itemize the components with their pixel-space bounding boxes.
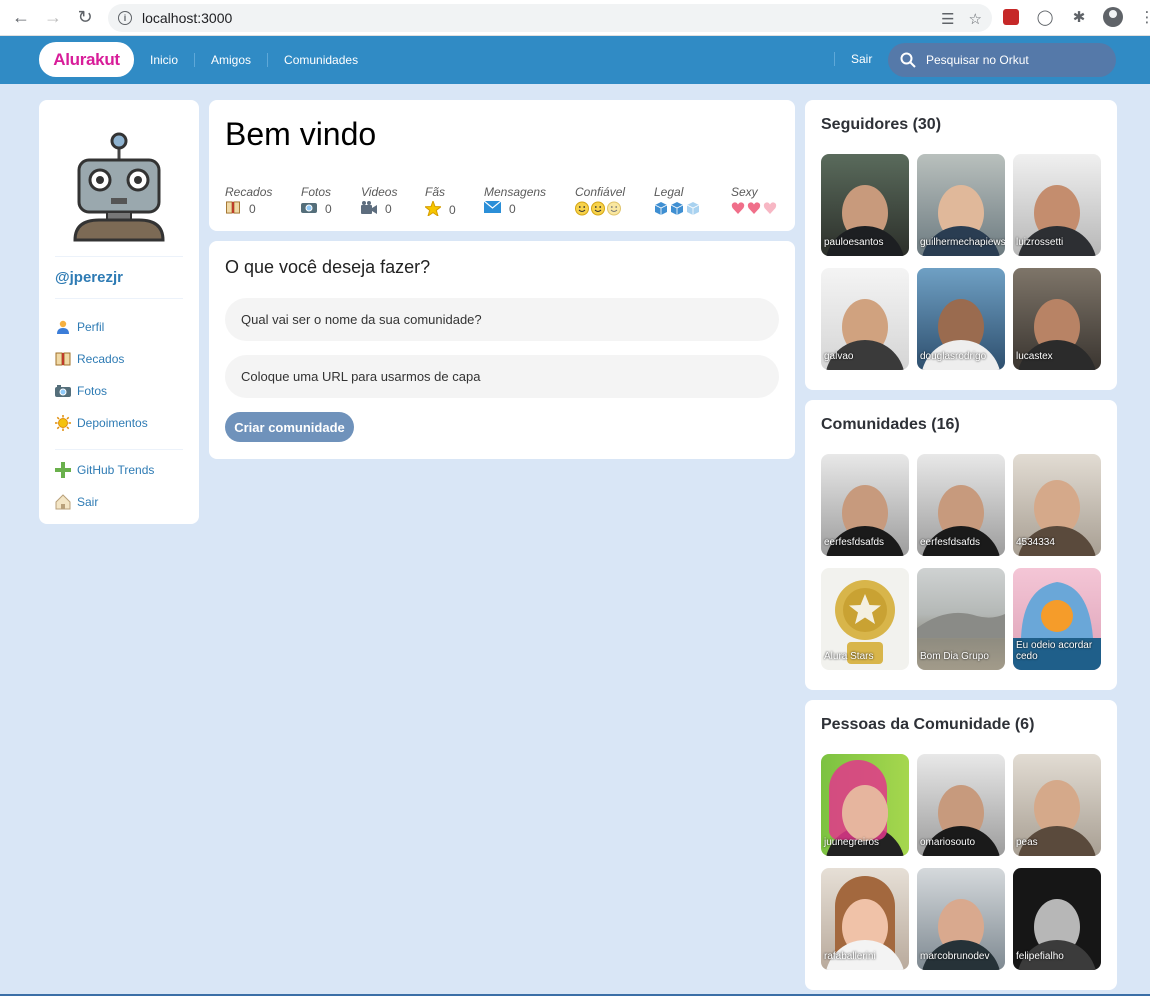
follower-card[interactable]: pauloesantos xyxy=(821,154,909,256)
book-icon xyxy=(55,351,71,367)
stat-recados: Recados 0 xyxy=(225,185,273,217)
community-card[interactable]: Bom Dia Grupo xyxy=(917,568,1005,670)
book-icon xyxy=(225,201,241,217)
communities-box: Comunidades (16) eerfesfdsafds eerfesfds… xyxy=(805,400,1117,690)
sidebar-item-github-trends[interactable]: GitHub Trends xyxy=(55,454,183,486)
nav-amigos[interactable]: Amigos xyxy=(194,53,267,67)
people-title: Pessoas da Comunidade (6) xyxy=(821,716,1035,733)
person-card[interactable]: peas xyxy=(1013,754,1101,856)
welcome-title: Bem vindo xyxy=(225,116,377,152)
plus-icon xyxy=(55,462,71,478)
sidebar-item-depoimentos[interactable]: Depoimentos xyxy=(55,407,183,439)
community-card[interactable]: Alura Stars xyxy=(821,568,909,670)
logo[interactable]: Alurakut xyxy=(39,42,134,77)
logout-link[interactable]: Sair xyxy=(834,52,872,66)
rating-confiavel: Confiável xyxy=(575,185,654,219)
home-icon xyxy=(55,494,71,510)
follower-card[interactable]: lucastex xyxy=(1013,268,1101,370)
sidebar-item-fotos[interactable]: Fotos xyxy=(55,375,183,407)
avatar xyxy=(55,116,183,244)
account-icon[interactable] xyxy=(1102,6,1124,28)
create-community-button[interactable]: Criar comunidade xyxy=(225,412,354,442)
communities-title: Comunidades (16) xyxy=(821,416,960,433)
translate-icon[interactable]: ☰ xyxy=(941,10,954,28)
follower-card[interactable]: guilhermechapiewski xyxy=(917,154,1005,256)
community-card[interactable]: eerfesfdsafds xyxy=(821,454,909,556)
stats-row: Recados 0 Fotos 0 Videos 0 Fãs 0 Mensage… xyxy=(225,185,791,219)
extension-red-icon[interactable] xyxy=(1000,6,1022,28)
camera-icon xyxy=(301,201,317,216)
community-name-input[interactable] xyxy=(225,298,779,341)
reload-icon[interactable]: ↻ xyxy=(74,7,96,29)
stat-mensagens: Mensagens 0 xyxy=(483,185,547,216)
profile-username[interactable]: @jperezjr xyxy=(55,269,183,286)
url-text: localhost:3000 xyxy=(142,10,233,26)
stat-fotos: Fotos 0 xyxy=(301,185,332,216)
address-bar[interactable]: i localhost:3000 ☰ ☆ xyxy=(108,4,992,32)
sidebar-item-perfil[interactable]: Perfil xyxy=(55,311,183,343)
person-card[interactable]: omariosouto xyxy=(917,754,1005,856)
form-title: O que você deseja fazer? xyxy=(225,257,431,277)
follower-card[interactable]: luizrossetti xyxy=(1013,154,1101,256)
stat-fas: Fãs 0 xyxy=(423,185,456,219)
info-icon[interactable]: i xyxy=(118,11,132,25)
followers-title: Seguidores (30) xyxy=(821,116,942,133)
person-card[interactable]: rafaballerini xyxy=(821,868,909,970)
create-community-box: O que você deseja fazer? Criar comunidad… xyxy=(209,241,795,459)
person-card[interactable]: juunegreiros xyxy=(821,754,909,856)
user-icon xyxy=(55,319,71,335)
video-icon xyxy=(361,201,377,217)
camera-icon xyxy=(55,383,71,399)
nav-inicio[interactable]: Inicio xyxy=(150,53,194,67)
search-box xyxy=(888,43,1116,77)
follower-card[interactable]: douglasrodrigo xyxy=(917,268,1005,370)
search-input[interactable] xyxy=(926,53,1096,67)
rating-legal: Legal xyxy=(654,185,731,219)
bookmark-star-icon[interactable]: ☆ xyxy=(969,10,982,28)
community-cover-url-input[interactable] xyxy=(225,355,779,398)
browser-toolbar: ← → ↻ i localhost:3000 ☰ ☆ ◯ ✱ ⋮ xyxy=(0,0,1150,36)
sun-icon xyxy=(55,415,71,431)
nav-comunidades[interactable]: Comunidades xyxy=(267,53,374,67)
sidebar-item-recados[interactable]: Recados xyxy=(55,343,183,375)
puzzle-icon[interactable]: ✱ xyxy=(1068,6,1090,28)
profile-sidebar: @jperezjr Perfil Recados Fotos Depoiment… xyxy=(39,100,199,524)
sidebar-item-sair[interactable]: Sair xyxy=(55,486,183,518)
star-icon xyxy=(423,199,443,219)
welcome-box: Bem vindo Recados 0 Fotos 0 Videos 0 Fãs… xyxy=(209,100,795,231)
rating-sexy: Sexy xyxy=(731,185,791,219)
cube-icon xyxy=(654,201,731,216)
menu-links: Inicio Amigos Comunidades xyxy=(150,36,374,84)
search-icon xyxy=(900,52,916,68)
smile-icon xyxy=(575,201,654,216)
followers-box: Seguidores (30) pauloesantos guilhermech… xyxy=(805,100,1117,390)
mail-icon xyxy=(483,200,502,216)
heart-icon xyxy=(731,201,791,216)
follower-card[interactable]: galvao xyxy=(821,268,909,370)
person-card[interactable]: felipefialho xyxy=(1013,868,1101,970)
top-menu: Alurakut Inicio Amigos Comunidades Sair xyxy=(0,36,1150,84)
community-card[interactable]: eerfesfdsafds xyxy=(917,454,1005,556)
community-people-box: Pessoas da Comunidade (6) juunegreiros o… xyxy=(805,700,1117,990)
community-card[interactable]: 4534334 xyxy=(1013,454,1101,556)
community-card[interactable]: Eu odeio acordar cedo xyxy=(1013,568,1101,670)
extension-circle-icon[interactable]: ◯ xyxy=(1034,6,1056,28)
back-icon[interactable]: ← xyxy=(10,7,32,29)
stat-videos: Videos 0 xyxy=(361,185,398,217)
person-card[interactable]: marcobrunodev xyxy=(917,868,1005,970)
menu-dots-icon[interactable]: ⋮ xyxy=(1136,6,1150,28)
forward-icon[interactable]: → xyxy=(42,7,64,29)
